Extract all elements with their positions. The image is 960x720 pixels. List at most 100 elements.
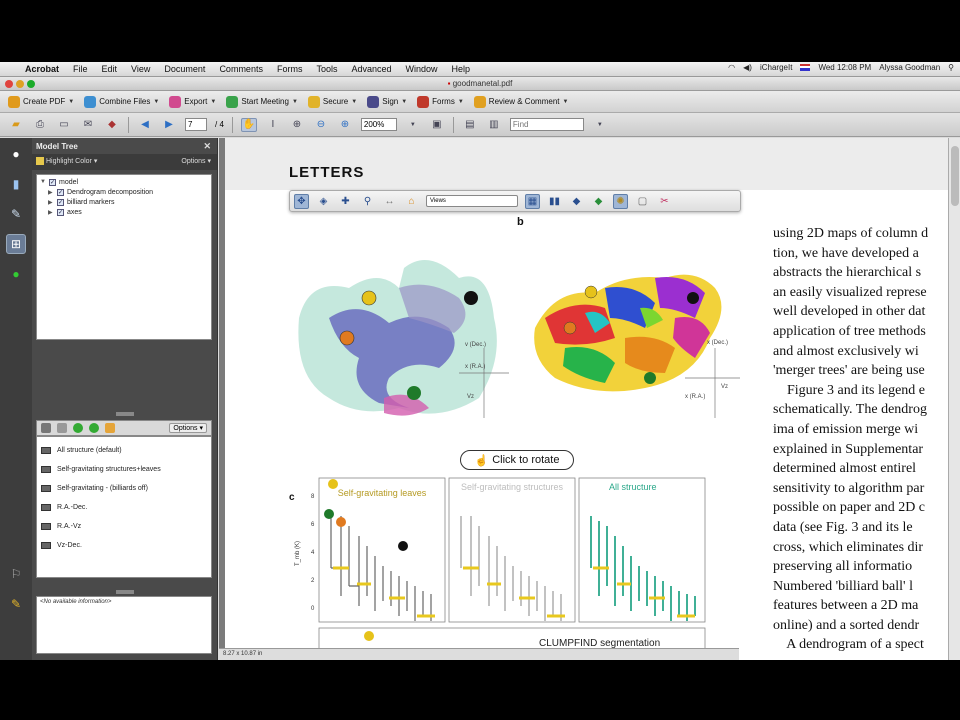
- start-meeting-button[interactable]: Start Meeting ▼: [226, 95, 298, 108]
- menu-comments[interactable]: Comments: [212, 64, 270, 74]
- billiard-marker[interactable]: [361, 290, 377, 306]
- scrollbar-thumb[interactable]: [951, 146, 959, 206]
- view-item[interactable]: Self-gravitating structures+leaves: [41, 460, 207, 479]
- billiard-marker[interactable]: [339, 330, 355, 346]
- menu-tools[interactable]: Tools: [309, 64, 344, 74]
- highlight-color-dropdown[interactable]: Highlight Color: [46, 158, 92, 165]
- find-input[interactable]: [509, 118, 584, 131]
- billiard-marker[interactable]: [687, 292, 699, 304]
- create-pdf-button[interactable]: Create PDF ▼: [8, 95, 74, 108]
- menu-acrobat[interactable]: Acrobat: [18, 64, 66, 74]
- billiard-marker[interactable]: [644, 372, 656, 384]
- view-item[interactable]: All structure (default): [41, 441, 207, 460]
- status-user[interactable]: iChargeIt: [760, 63, 792, 72]
- billiard-marker[interactable]: [398, 541, 408, 551]
- views-list-icon[interactable]: [41, 423, 51, 433]
- next-page-icon[interactable]: ▶: [161, 118, 177, 132]
- pane-splitter[interactable]: [116, 412, 134, 416]
- pages-icon[interactable]: ▮: [6, 174, 26, 194]
- visibility-checkbox[interactable]: ✓: [57, 208, 64, 216]
- collaborate-icon[interactable]: ◆: [104, 118, 120, 132]
- new-view-icon[interactable]: [57, 423, 67, 433]
- username[interactable]: Alyssa Goodman: [879, 63, 940, 72]
- disclosure-triangle-icon[interactable]: ▶: [48, 199, 54, 206]
- tree-item[interactable]: ▶ ✓ axes: [40, 207, 208, 217]
- previous-page-icon[interactable]: ◀: [137, 118, 153, 132]
- pdf-page[interactable]: LETTERS ✥ ◈ ✚ ⚲ ↔ ⌂ Views ▦ ▮▮ ◆ ◆ ✺ ▢ ✂…: [225, 138, 960, 660]
- billiard-marker[interactable]: [324, 509, 334, 519]
- walk-tool-icon[interactable]: ↔: [382, 194, 397, 209]
- disclosure-triangle-icon[interactable]: ▼: [40, 179, 46, 185]
- billiard-marker[interactable]: [336, 517, 346, 527]
- comment-bubble-icon[interactable]: ●: [6, 144, 26, 164]
- zoom-tool-icon[interactable]: ⚲: [360, 194, 375, 209]
- background-color-icon[interactable]: ▢: [635, 194, 650, 209]
- help-icon[interactable]: ⚐: [6, 564, 26, 584]
- menu-window[interactable]: Window: [399, 64, 445, 74]
- minimize-window-icon[interactable]: [16, 80, 24, 88]
- view-green-icon[interactable]: [73, 423, 83, 433]
- billiard-marker[interactable]: [407, 386, 421, 400]
- visibility-checkbox[interactable]: ✓: [49, 178, 56, 186]
- two-page-icon[interactable]: ▥: [486, 118, 502, 132]
- spotlight-icon[interactable]: ⚲: [948, 63, 954, 72]
- view-item[interactable]: R.A.-Vz: [41, 517, 207, 536]
- layers-icon[interactable]: ●: [6, 264, 26, 284]
- hand-tool-icon[interactable]: ✋: [240, 117, 257, 132]
- article-body-text[interactable]: using 2D maps of column d tion, we have …: [773, 224, 960, 655]
- pane-splitter[interactable]: [116, 590, 134, 594]
- visibility-checkbox[interactable]: ✓: [57, 188, 64, 196]
- billiard-marker[interactable]: [563, 321, 577, 335]
- forms-button[interactable]: Forms ▼: [417, 95, 464, 108]
- pan-tool-icon[interactable]: ✚: [338, 194, 353, 209]
- disclosure-triangle-icon[interactable]: ▶: [48, 209, 54, 216]
- home-view-icon[interactable]: ⌂: [404, 194, 419, 209]
- review-comment-button[interactable]: Review & Comment ▼: [473, 95, 568, 108]
- close-icon[interactable]: ✕: [203, 141, 211, 152]
- 3d-figure-panel-a[interactable]: v (Dec.) x (R.A.) Vz: [289, 238, 519, 438]
- flag-icon[interactable]: [800, 64, 811, 71]
- rotate-tool-icon[interactable]: ✥: [294, 193, 309, 209]
- clock[interactable]: Wed 12:08 PM: [818, 63, 871, 72]
- visibility-checkbox[interactable]: ✓: [57, 198, 64, 206]
- find-dropdown-icon[interactable]: ▼: [592, 118, 608, 132]
- tree-item[interactable]: ▼ ✓ model: [40, 177, 208, 187]
- sign-button[interactable]: Sign ▼: [367, 95, 407, 108]
- billiard-marker[interactable]: [464, 291, 478, 305]
- billiard-marker[interactable]: [584, 285, 598, 299]
- options-menu[interactable]: Options ▾: [181, 157, 211, 165]
- open-folder-icon[interactable]: ▰: [8, 118, 24, 132]
- menu-edit[interactable]: Edit: [95, 64, 125, 74]
- model-tree-icon[interactable]: ⊞: [6, 234, 26, 254]
- fit-page-icon[interactable]: ▣: [429, 118, 445, 132]
- tree-item[interactable]: ▶ ✓ billiard markers: [40, 197, 208, 207]
- zoom-in-icon[interactable]: ⊕: [337, 118, 353, 132]
- menu-advanced[interactable]: Advanced: [344, 64, 398, 74]
- menu-view[interactable]: View: [124, 64, 157, 74]
- menu-forms[interactable]: Forms: [270, 64, 310, 74]
- wifi-icon[interactable]: ◠: [728, 63, 735, 72]
- view-item[interactable]: R.A.-Dec.: [41, 498, 207, 517]
- volume-icon[interactable]: ◀): [743, 63, 752, 72]
- email-icon[interactable]: ✉: [80, 118, 96, 132]
- page-number-input[interactable]: [185, 118, 207, 131]
- play-animation-icon[interactable]: ▮▮: [547, 194, 562, 209]
- view-green-alt-icon[interactable]: [89, 423, 99, 433]
- vertical-scrollbar[interactable]: [948, 138, 960, 660]
- attachments-icon[interactable]: ✎: [6, 204, 26, 224]
- menu-file[interactable]: File: [66, 64, 95, 74]
- document-area[interactable]: LETTERS ✥ ◈ ✚ ⚲ ↔ ⌂ Views ▦ ▮▮ ◆ ◆ ✺ ▢ ✂…: [219, 138, 960, 660]
- menu-help[interactable]: Help: [445, 64, 478, 74]
- render-mode-icon[interactable]: ◆: [591, 194, 606, 209]
- home-view-icon[interactable]: [105, 423, 115, 433]
- zoom-out-icon[interactable]: ⊖: [313, 118, 329, 132]
- combine-files-button[interactable]: Combine Files ▼: [84, 95, 159, 108]
- billiard-marker[interactable]: [364, 631, 374, 641]
- zoom-window-icon[interactable]: [27, 80, 35, 88]
- views-dropdown[interactable]: Views: [426, 195, 518, 207]
- 3d-figure-panel-b[interactable]: x (Dec.) x (R.A.) Vz: [525, 248, 745, 428]
- projection-icon[interactable]: ◆: [569, 194, 584, 209]
- spin-tool-icon[interactable]: ◈: [316, 194, 331, 209]
- billiard-marker[interactable]: [328, 479, 338, 489]
- select-text-icon[interactable]: I: [265, 118, 281, 132]
